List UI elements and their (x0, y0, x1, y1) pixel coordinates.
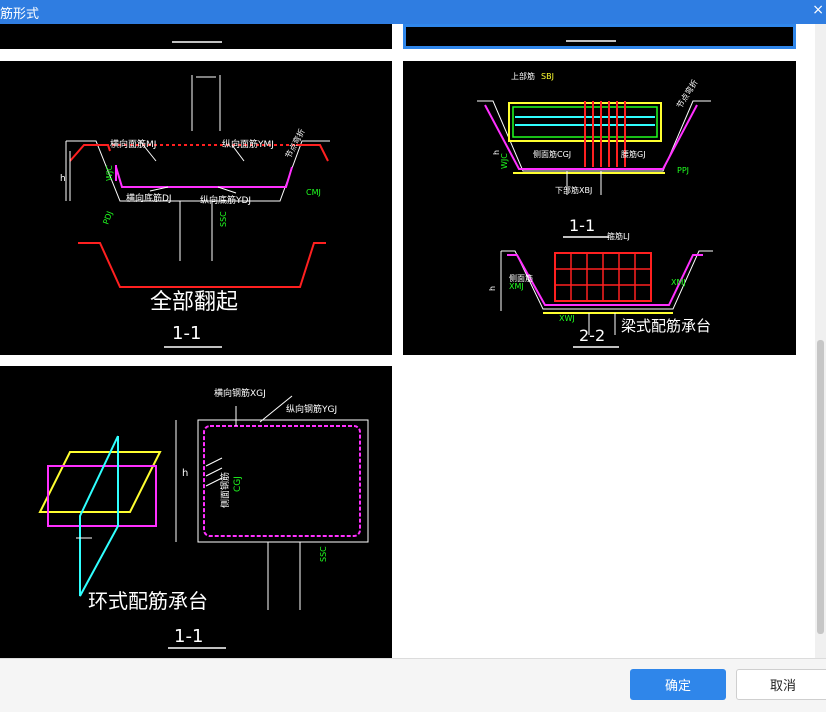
option-tile-full-flip[interactable]: h 横向面筋MJ 纵向面筋YMJ 横向底筋DJ 纵向底筋YDJ 节点弯折 CMJ… (0, 61, 392, 355)
label-xmj-left: XMJ (509, 282, 524, 291)
label-side-rebar: CMJ (306, 188, 321, 197)
option-tile-beam-type[interactable]: 上部筋 SBJ 侧面筋CGJ 腰筋GJ 下部筋XBJ 节点弯折 PPJ h WJ… (403, 61, 796, 355)
vertical-scrollbar[interactable] (815, 24, 826, 658)
label-stirrup: 箍筋LJ (607, 231, 630, 241)
label-wjc: WJC (105, 165, 114, 181)
label-pdj: PDJ (101, 210, 114, 226)
caption-full-flip: 全部翻起 (150, 290, 238, 315)
section-label-full-flip: 1-1 (172, 323, 201, 344)
label-side-bend: 节点弯折 (283, 127, 307, 160)
section-label-a: 1-1 (569, 216, 595, 235)
dim-h-label: h (60, 174, 66, 184)
option-gallery[interactable]: h 横向面筋MJ 纵向面筋YMJ 横向底筋DJ 纵向底筋YDJ 节点弯折 CMJ… (0, 24, 826, 658)
label-ssc-ring: SSC (319, 546, 328, 562)
label-top-bar: 上部筋 (511, 71, 535, 81)
label-transverse: 横向钢筋XGJ (214, 387, 266, 399)
label-side-code: CGJ (233, 476, 243, 492)
label-xmj-right: XMJ (671, 278, 686, 287)
option-tile-partial-selected[interactable] (403, 24, 796, 49)
label-wjc-upper: WJC (500, 153, 509, 169)
label-h-lower: h (488, 286, 497, 291)
label-top-transverse: 横向面筋MJ (110, 138, 156, 150)
label-bottom-transverse: 横向底筋DJ (126, 192, 172, 204)
caption-beam-type: 梁式配筋承台 (621, 317, 711, 335)
option-tile-partial-left[interactable] (0, 24, 392, 49)
ok-button[interactable]: 确定 (630, 669, 726, 700)
caption-ring-type: 环式配筋承台 (88, 589, 208, 613)
label-side-b: 侧面筋 (509, 273, 533, 283)
section-label-b: 2-2 (579, 326, 605, 345)
label-ppj: PPJ (677, 166, 689, 175)
label-top-longitudinal: 纵向面筋YMJ (222, 138, 274, 150)
option-tile-ring-type[interactable]: h 横向钢筋XGJ 纵向钢筋YGJ 侧面钢筋 CGJ SSC 环式配筋承台 1-… (0, 366, 392, 658)
close-icon[interactable]: × (812, 2, 824, 18)
label-top-bar-code: SBJ (541, 72, 554, 81)
label-bottom-bar: 下部筋XBJ (555, 185, 592, 195)
label-side-face-ring: 侧面钢筋 (219, 472, 231, 508)
label-xwj: XWJ (559, 314, 575, 323)
label-longitudinal: 纵向钢筋YGJ (286, 403, 337, 415)
section-label-ring: 1-1 (174, 626, 203, 647)
cancel-button[interactable]: 取消 (736, 669, 826, 700)
label-h: h (182, 468, 188, 479)
label-ssc: SSC (219, 211, 228, 227)
dialog-footer: 确定 取消 (0, 658, 826, 712)
label-waist: 腰筋GJ (621, 149, 646, 159)
dialog-title-bar: 筋形式 × (0, 0, 826, 24)
label-bottom-longitudinal: 纵向底筋YDJ (200, 194, 251, 206)
label-side-face: 侧面筋CGJ (533, 149, 571, 159)
scrollbar-thumb[interactable] (817, 340, 824, 634)
dialog-title: 筋形式 (0, 7, 40, 22)
